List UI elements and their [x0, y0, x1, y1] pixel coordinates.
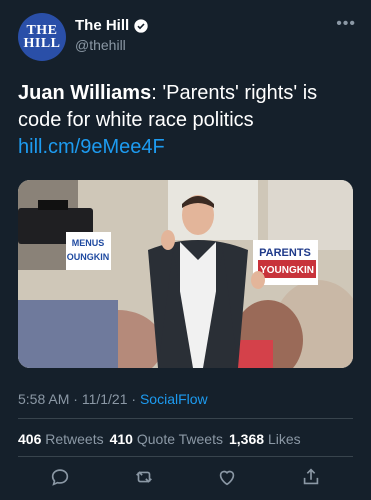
sign-left-text-1: MENUS: [72, 238, 105, 248]
likes-label: Likes: [267, 431, 301, 447]
more-options-icon[interactable]: •••: [336, 15, 356, 33]
divider-bottom: [18, 456, 353, 457]
avatar[interactable]: THE HILL: [18, 13, 66, 61]
retweets-label: Retweets: [45, 431, 104, 447]
tweet-stats: 406 Retweets 410 Quote Tweets 1,368 Like…: [18, 431, 301, 447]
tweet-author-mention: Juan Williams: [18, 82, 152, 104]
meta-separator-2: ·: [131, 391, 137, 407]
avatar-text-line2: HILL: [23, 36, 61, 51]
tweet-link[interactable]: hill.cm/9eMee4F: [18, 136, 165, 158]
reply-icon[interactable]: [49, 466, 71, 488]
retweets-stat[interactable]: 406 Retweets: [18, 431, 104, 447]
retweets-count: 406: [18, 431, 42, 447]
retweet-icon[interactable]: [133, 466, 155, 488]
tweet-meta: 5:58 AM · 11/1/21 · SocialFlow: [18, 391, 208, 407]
tweet-image[interactable]: MENUS OUNGKIN PARENTS YOUNGKIN: [18, 180, 353, 368]
sign-left-text-2: OUNGKIN: [67, 252, 110, 262]
divider-top: [18, 418, 353, 419]
sign-right-text-2: YOUNGKIN: [260, 265, 314, 276]
tweet-text: Juan Williams: 'Parents' rights' is code…: [18, 80, 348, 161]
tweet-header: THE HILL The Hill @thehill •••: [18, 13, 358, 61]
tweet-time[interactable]: 5:58 AM: [18, 391, 69, 407]
likes-count: 1,368: [229, 431, 265, 447]
verified-badge-icon: [134, 18, 148, 33]
display-name-row[interactable]: The Hill: [75, 17, 149, 34]
quotes-count: 410: [109, 431, 133, 447]
tweet-source[interactable]: SocialFlow: [140, 391, 208, 407]
share-icon[interactable]: [300, 466, 322, 488]
quotes-label: Quote Tweets: [136, 431, 223, 447]
likes-stat[interactable]: 1,368 Likes: [229, 431, 301, 447]
author-info[interactable]: The Hill @thehill: [75, 17, 149, 53]
handle[interactable]: @thehill: [75, 37, 149, 53]
meta-separator-1: ·: [73, 391, 78, 407]
tweet-date[interactable]: 11/1/21: [82, 391, 128, 407]
sign-right-text-1: PARENTS: [259, 247, 311, 259]
tweet-actions: [18, 466, 353, 488]
display-name[interactable]: The Hill: [75, 17, 129, 34]
like-icon[interactable]: [216, 466, 238, 488]
photo-scene: MENUS OUNGKIN PARENTS YOUNGKIN: [18, 180, 353, 368]
quotes-stat[interactable]: 410 Quote Tweets: [110, 431, 223, 447]
